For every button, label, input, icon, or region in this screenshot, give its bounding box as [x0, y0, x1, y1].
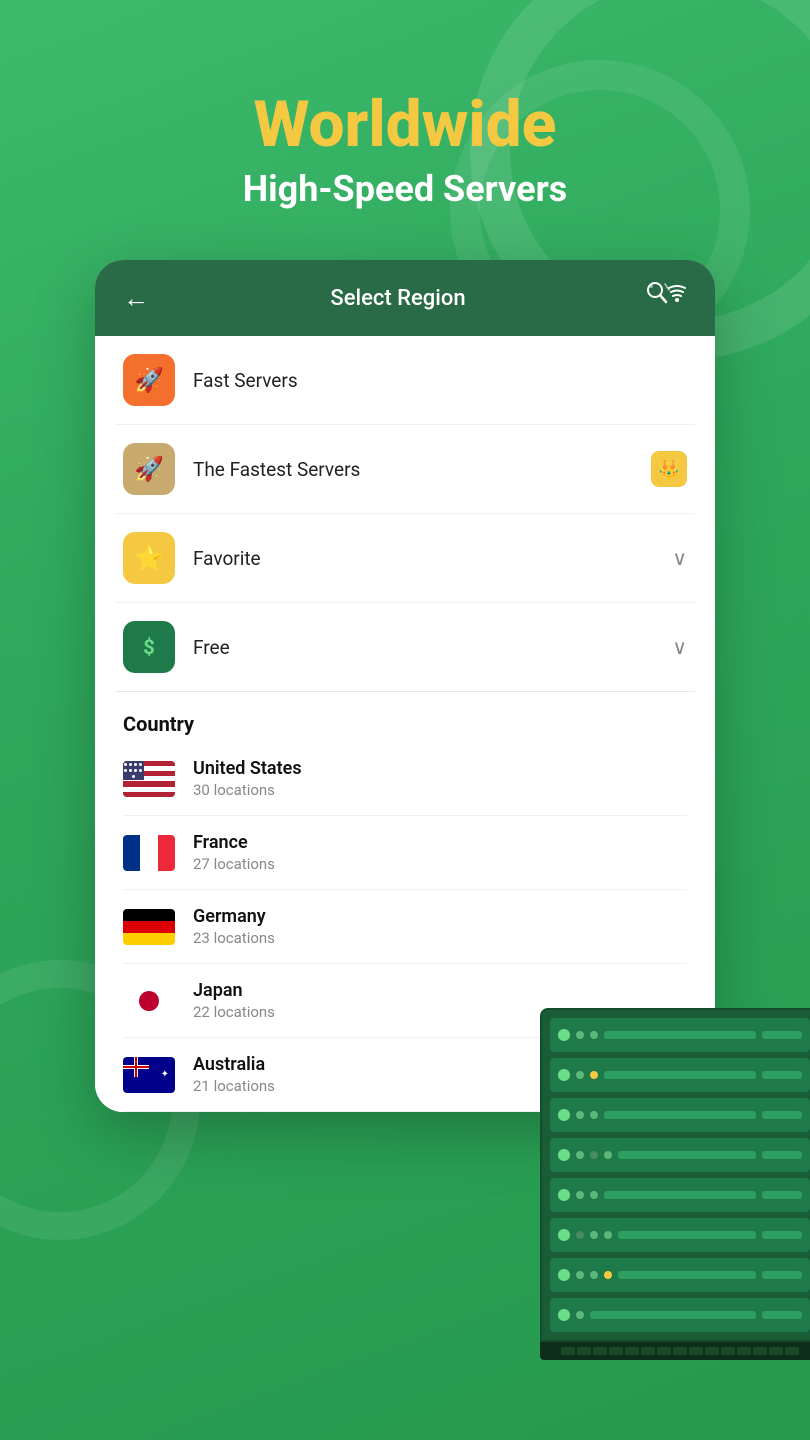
- rack-unit-7: [550, 1258, 810, 1292]
- premium-badge: 👑: [651, 451, 687, 487]
- wifi-search-icon: [647, 282, 687, 314]
- rack-unit-5: [550, 1178, 810, 1212]
- card-header: ← Select Region: [95, 260, 715, 336]
- free-chevron-icon: ∨: [672, 635, 687, 659]
- free-icon: $: [123, 621, 175, 673]
- server-rack-decoration: [540, 1008, 810, 1360]
- de-locations: 23 locations: [193, 929, 687, 947]
- fr-name: France: [193, 832, 687, 853]
- fr-locations: 27 locations: [193, 855, 687, 873]
- favorite-label: Favorite: [193, 547, 672, 570]
- flag-jp: [123, 983, 175, 1019]
- de-name: Germany: [193, 906, 687, 927]
- jp-name: Japan: [193, 980, 687, 1001]
- us-locations: 30 locations: [193, 781, 687, 799]
- menu-item-fastest-servers[interactable]: 🚀 The Fastest Servers 👑: [115, 425, 695, 514]
- fastest-servers-icon: 🚀: [123, 443, 175, 495]
- menu-item-free[interactable]: $ Free ∨: [115, 603, 695, 692]
- favorite-chevron-icon: ∨: [672, 546, 687, 570]
- rack-unit-2: [550, 1058, 810, 1092]
- main-title: Worldwide: [0, 90, 810, 160]
- fast-servers-icon: 🚀: [123, 354, 175, 406]
- flag-us: [123, 761, 175, 797]
- flag-fr: [123, 835, 175, 871]
- flag-de: [123, 909, 175, 945]
- us-info: United States 30 locations: [193, 758, 687, 799]
- fr-info: France 27 locations: [193, 832, 687, 873]
- rack-unit-3: [550, 1098, 810, 1132]
- country-item-us[interactable]: United States 30 locations: [123, 742, 687, 816]
- country-item-de[interactable]: Germany 23 locations: [123, 890, 687, 964]
- header-wifi-icon[interactable]: [647, 282, 687, 314]
- country-heading: Country: [123, 712, 687, 736]
- us-name: United States: [193, 758, 687, 779]
- rack-unit-6: [550, 1218, 810, 1252]
- de-info: Germany 23 locations: [193, 906, 687, 947]
- favorite-icon: ⭐: [123, 532, 175, 584]
- country-item-fr[interactable]: France 27 locations: [123, 816, 687, 890]
- flag-au: ✦: [123, 1057, 175, 1093]
- main-subtitle: High-Speed Servers: [0, 168, 810, 210]
- fast-servers-label: Fast Servers: [193, 369, 687, 392]
- rack-unit-1: [550, 1018, 810, 1052]
- rack-unit-4: [550, 1138, 810, 1172]
- menu-item-favorite[interactable]: ⭐ Favorite ∨: [115, 514, 695, 603]
- page-header: Worldwide High-Speed Servers: [0, 0, 810, 210]
- card-title: Select Region: [330, 286, 465, 311]
- back-button[interactable]: ←: [123, 283, 149, 314]
- main-card: ← Select Region 🚀 Fast Servers 🚀 The F: [95, 260, 715, 1112]
- menu-item-fast-servers[interactable]: 🚀 Fast Servers: [115, 336, 695, 425]
- rack-unit-8: [550, 1298, 810, 1332]
- fastest-servers-label: The Fastest Servers: [193, 458, 651, 481]
- menu-list: 🚀 Fast Servers 🚀 The Fastest Servers 👑 ⭐…: [95, 336, 715, 692]
- free-label: Free: [193, 636, 672, 659]
